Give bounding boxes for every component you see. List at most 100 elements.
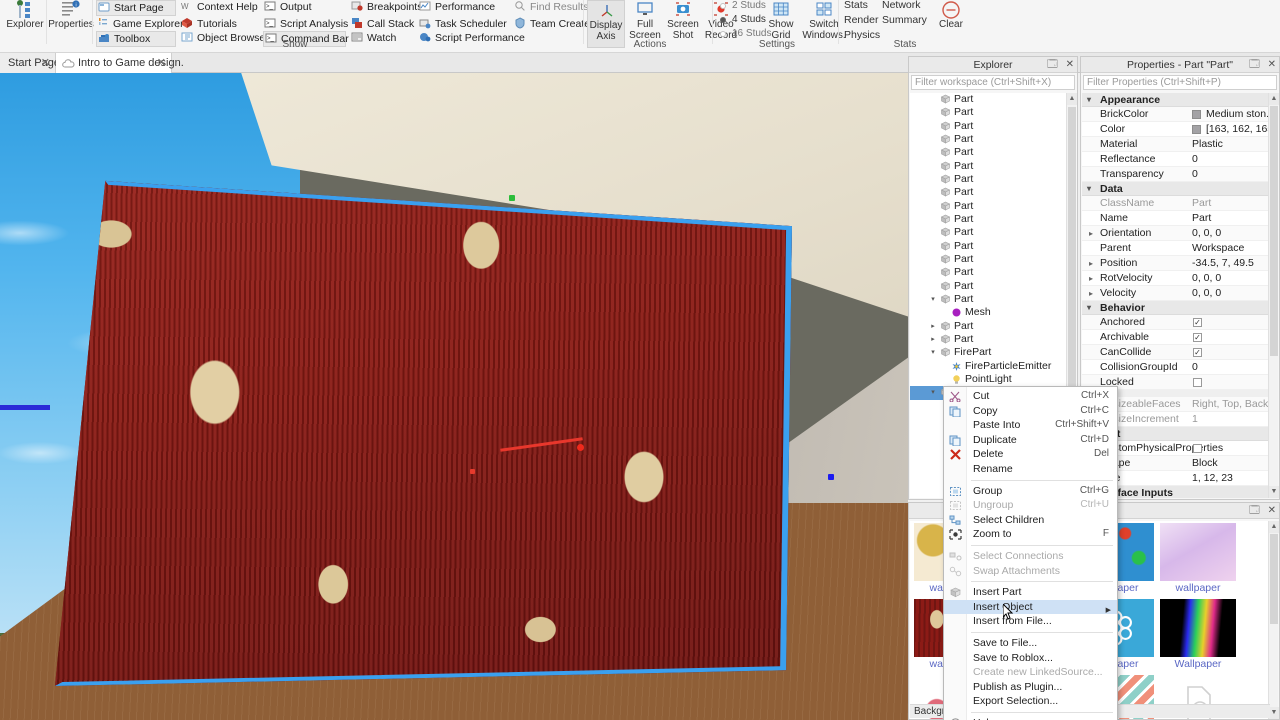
explorer-row[interactable]: ▾ Part: [910, 293, 1069, 306]
properties-category-appearance[interactable]: ▾ Appearance: [1082, 93, 1270, 107]
tree-toggle-expanded-icon[interactable]: ▾: [928, 346, 938, 359]
ribbon-script-performance-button[interactable]: Script Performance: [418, 31, 525, 45]
toolbox-asset-thumbnail[interactable]: [1160, 523, 1236, 581]
property-row[interactable]: Anchored ✓: [1082, 315, 1270, 330]
toolbox-scroll-down-icon[interactable]: ▼: [1269, 707, 1279, 719]
property-row[interactable]: ClassName Part: [1082, 196, 1270, 211]
context-menu-item-insert-from-file[interactable]: Insert from File...: [944, 614, 1117, 629]
toolbox-asset-item[interactable]: Wallpaper: [1160, 599, 1236, 670]
ribbon-properties-button[interactable]: i Properties: [48, 0, 94, 48]
explorer-row[interactable]: ▸ Part: [910, 333, 1069, 346]
property-row[interactable]: ▸ Position -34.5, 7, 49.5: [1082, 256, 1270, 271]
stats-label-stats[interactable]: Stats: [844, 0, 868, 11]
category-toggle-icon[interactable]: ▾: [1087, 301, 1091, 315]
properties-scroll-thumb[interactable]: [1270, 106, 1278, 356]
explorer-row[interactable]: Part: [910, 146, 1069, 159]
explorer-row[interactable]: Mesh: [910, 306, 1069, 319]
context-menu-item-insert-part[interactable]: Insert Part: [944, 585, 1117, 600]
ribbon-game-explorer-button[interactable]: Game Explorer: [96, 17, 184, 31]
explorer-row[interactable]: PointLight: [910, 373, 1069, 386]
stats-label-network[interactable]: Network: [882, 0, 921, 11]
explorer-row[interactable]: Part: [910, 213, 1069, 226]
studs-4-radio[interactable]: 4 Studs: [718, 14, 766, 26]
ribbon-script-analysis-button[interactable]: >_ Script Analysis: [263, 17, 348, 31]
ribbon-output-button[interactable]: >_ Output: [263, 0, 312, 14]
property-row[interactable]: Archivable ✓: [1082, 330, 1270, 345]
property-checkbox[interactable]: ✓: [1193, 348, 1202, 357]
ribbon-team-create-button[interactable]: Team Create: [513, 17, 590, 31]
properties-scroll-up-icon[interactable]: ▲: [1269, 93, 1279, 105]
property-checkbox[interactable]: ✓: [1193, 318, 1202, 327]
property-checkbox[interactable]: [1193, 378, 1202, 387]
category-toggle-icon[interactable]: ▾: [1087, 182, 1091, 196]
property-row[interactable]: Color [163, 162, 165]: [1082, 122, 1270, 137]
property-expand-icon[interactable]: ▸: [1089, 226, 1093, 241]
explorer-scroll-up-icon[interactable]: ▲: [1067, 93, 1077, 105]
toolbox-scroll-thumb[interactable]: [1270, 534, 1278, 624]
property-row[interactable]: CanCollide ✓: [1082, 345, 1270, 360]
stats-label-summary[interactable]: Summary: [882, 14, 927, 26]
toolbox-asset-thumbnail[interactable]: [1160, 599, 1236, 657]
tab-start-page[interactable]: Start Page ✕: [0, 53, 60, 73]
explorer-row[interactable]: Part: [910, 173, 1069, 186]
properties-scrollbar[interactable]: ▲ ▼: [1268, 93, 1279, 498]
ribbon-explorer-button[interactable]: Explorer: [2, 0, 48, 48]
ribbon-context-help-button[interactable]: W Context Help: [180, 0, 258, 14]
context-menu-item-insert-object[interactable]: Insert Object ▶: [944, 599, 1117, 615]
tree-toggle-collapsed-icon[interactable]: ▸: [928, 320, 938, 333]
property-row[interactable]: ▸ Orientation 0, 0, 0: [1082, 226, 1270, 241]
tree-toggle-expanded-icon[interactable]: ▾: [928, 386, 938, 399]
property-row[interactable]: Name Part: [1082, 211, 1270, 226]
property-row[interactable]: ▸ RotVelocity 0, 0, 0: [1082, 271, 1270, 286]
explorer-row[interactable]: ▾ FirePart: [910, 346, 1069, 359]
context-menu-item-save-to-file[interactable]: Save to File...: [944, 636, 1117, 651]
context-menu-item-paste-into[interactable]: Paste Into Ctrl+Shift+V: [944, 418, 1117, 433]
context-menu-item-group[interactable]: Group Ctrl+G: [944, 484, 1117, 499]
explorer-row[interactable]: Part: [910, 93, 1069, 106]
tab-intro-close-icon[interactable]: ✕: [157, 53, 166, 73]
tab-start-page-close-icon[interactable]: ✕: [41, 53, 50, 73]
explorer-context-menu[interactable]: Cut Ctrl+X Copy Ctrl+C Paste Into Ctrl+Shift+…: [943, 386, 1118, 720]
toolbox-float-icon[interactable]: 🗔: [1249, 505, 1260, 516]
property-row[interactable]: Transparency 0: [1082, 167, 1270, 182]
property-color-swatch[interactable]: [1192, 110, 1201, 119]
context-menu-item-zoom-to[interactable]: Zoom to F: [944, 527, 1117, 542]
property-row[interactable]: ▸ Velocity 0, 0, 0: [1082, 286, 1270, 301]
properties-scroll-down-icon[interactable]: ▼: [1269, 486, 1279, 498]
property-expand-icon[interactable]: ▸: [1089, 286, 1093, 301]
context-menu-item-duplicate[interactable]: Duplicate Ctrl+D: [944, 433, 1117, 448]
property-color-swatch[interactable]: [1192, 125, 1201, 134]
property-row[interactable]: Parent Workspace: [1082, 241, 1270, 256]
studs-2-radio[interactable]: 2 Studs: [718, 0, 766, 12]
explorer-row[interactable]: Part: [910, 240, 1069, 253]
explorer-row[interactable]: Part: [910, 106, 1069, 119]
tab-intro-to-game-design[interactable]: Intro to Game design. ✕: [56, 53, 184, 73]
explorer-filter-input[interactable]: Filter workspace (Ctrl+Shift+X): [911, 75, 1075, 90]
toolbox-scroll-up-icon[interactable]: ▲: [1269, 521, 1279, 533]
explorer-row[interactable]: Part: [910, 133, 1069, 146]
context-menu-item-copy[interactable]: Copy Ctrl+C: [944, 404, 1117, 419]
red-handle-dot[interactable]: [577, 444, 584, 451]
ribbon-tutorials-button[interactable]: Tutorials: [180, 17, 237, 31]
explorer-row[interactable]: Part: [910, 280, 1069, 293]
properties-category-data[interactable]: ▾ Data: [1082, 182, 1270, 196]
stats-label-render[interactable]: Render: [844, 14, 878, 26]
explorer-row[interactable]: Part: [910, 120, 1069, 133]
property-checkbox[interactable]: ✓: [1193, 333, 1202, 342]
explorer-row[interactable]: Part: [910, 160, 1069, 173]
context-menu-item-publish-as-plugin[interactable]: Publish as Plugin...: [944, 680, 1117, 695]
explorer-row[interactable]: Part: [910, 266, 1069, 279]
category-toggle-icon[interactable]: ▾: [1087, 93, 1091, 107]
context-menu-item-delete[interactable]: Delete Del: [944, 447, 1117, 462]
explorer-row[interactable]: Part: [910, 186, 1069, 199]
property-row[interactable]: Reflectance 0: [1082, 152, 1270, 167]
ribbon-start-page-button[interactable]: Start Page: [96, 0, 176, 16]
toolbox-asset-item[interactable]: wallpaper: [1160, 523, 1236, 594]
ribbon-find-results-button[interactable]: Find Results: [513, 0, 588, 14]
properties-filter-input[interactable]: Filter Properties (Ctrl+Shift+P): [1083, 75, 1277, 90]
explorer-row[interactable]: Part: [910, 253, 1069, 266]
context-menu-item-save-to-roblox[interactable]: Save to Roblox...: [944, 651, 1117, 666]
3d-viewport[interactable]: Y: [0, 73, 908, 720]
properties-float-icon[interactable]: 🗔: [1249, 59, 1260, 70]
context-menu-item-cut[interactable]: Cut Ctrl+X: [944, 389, 1117, 404]
